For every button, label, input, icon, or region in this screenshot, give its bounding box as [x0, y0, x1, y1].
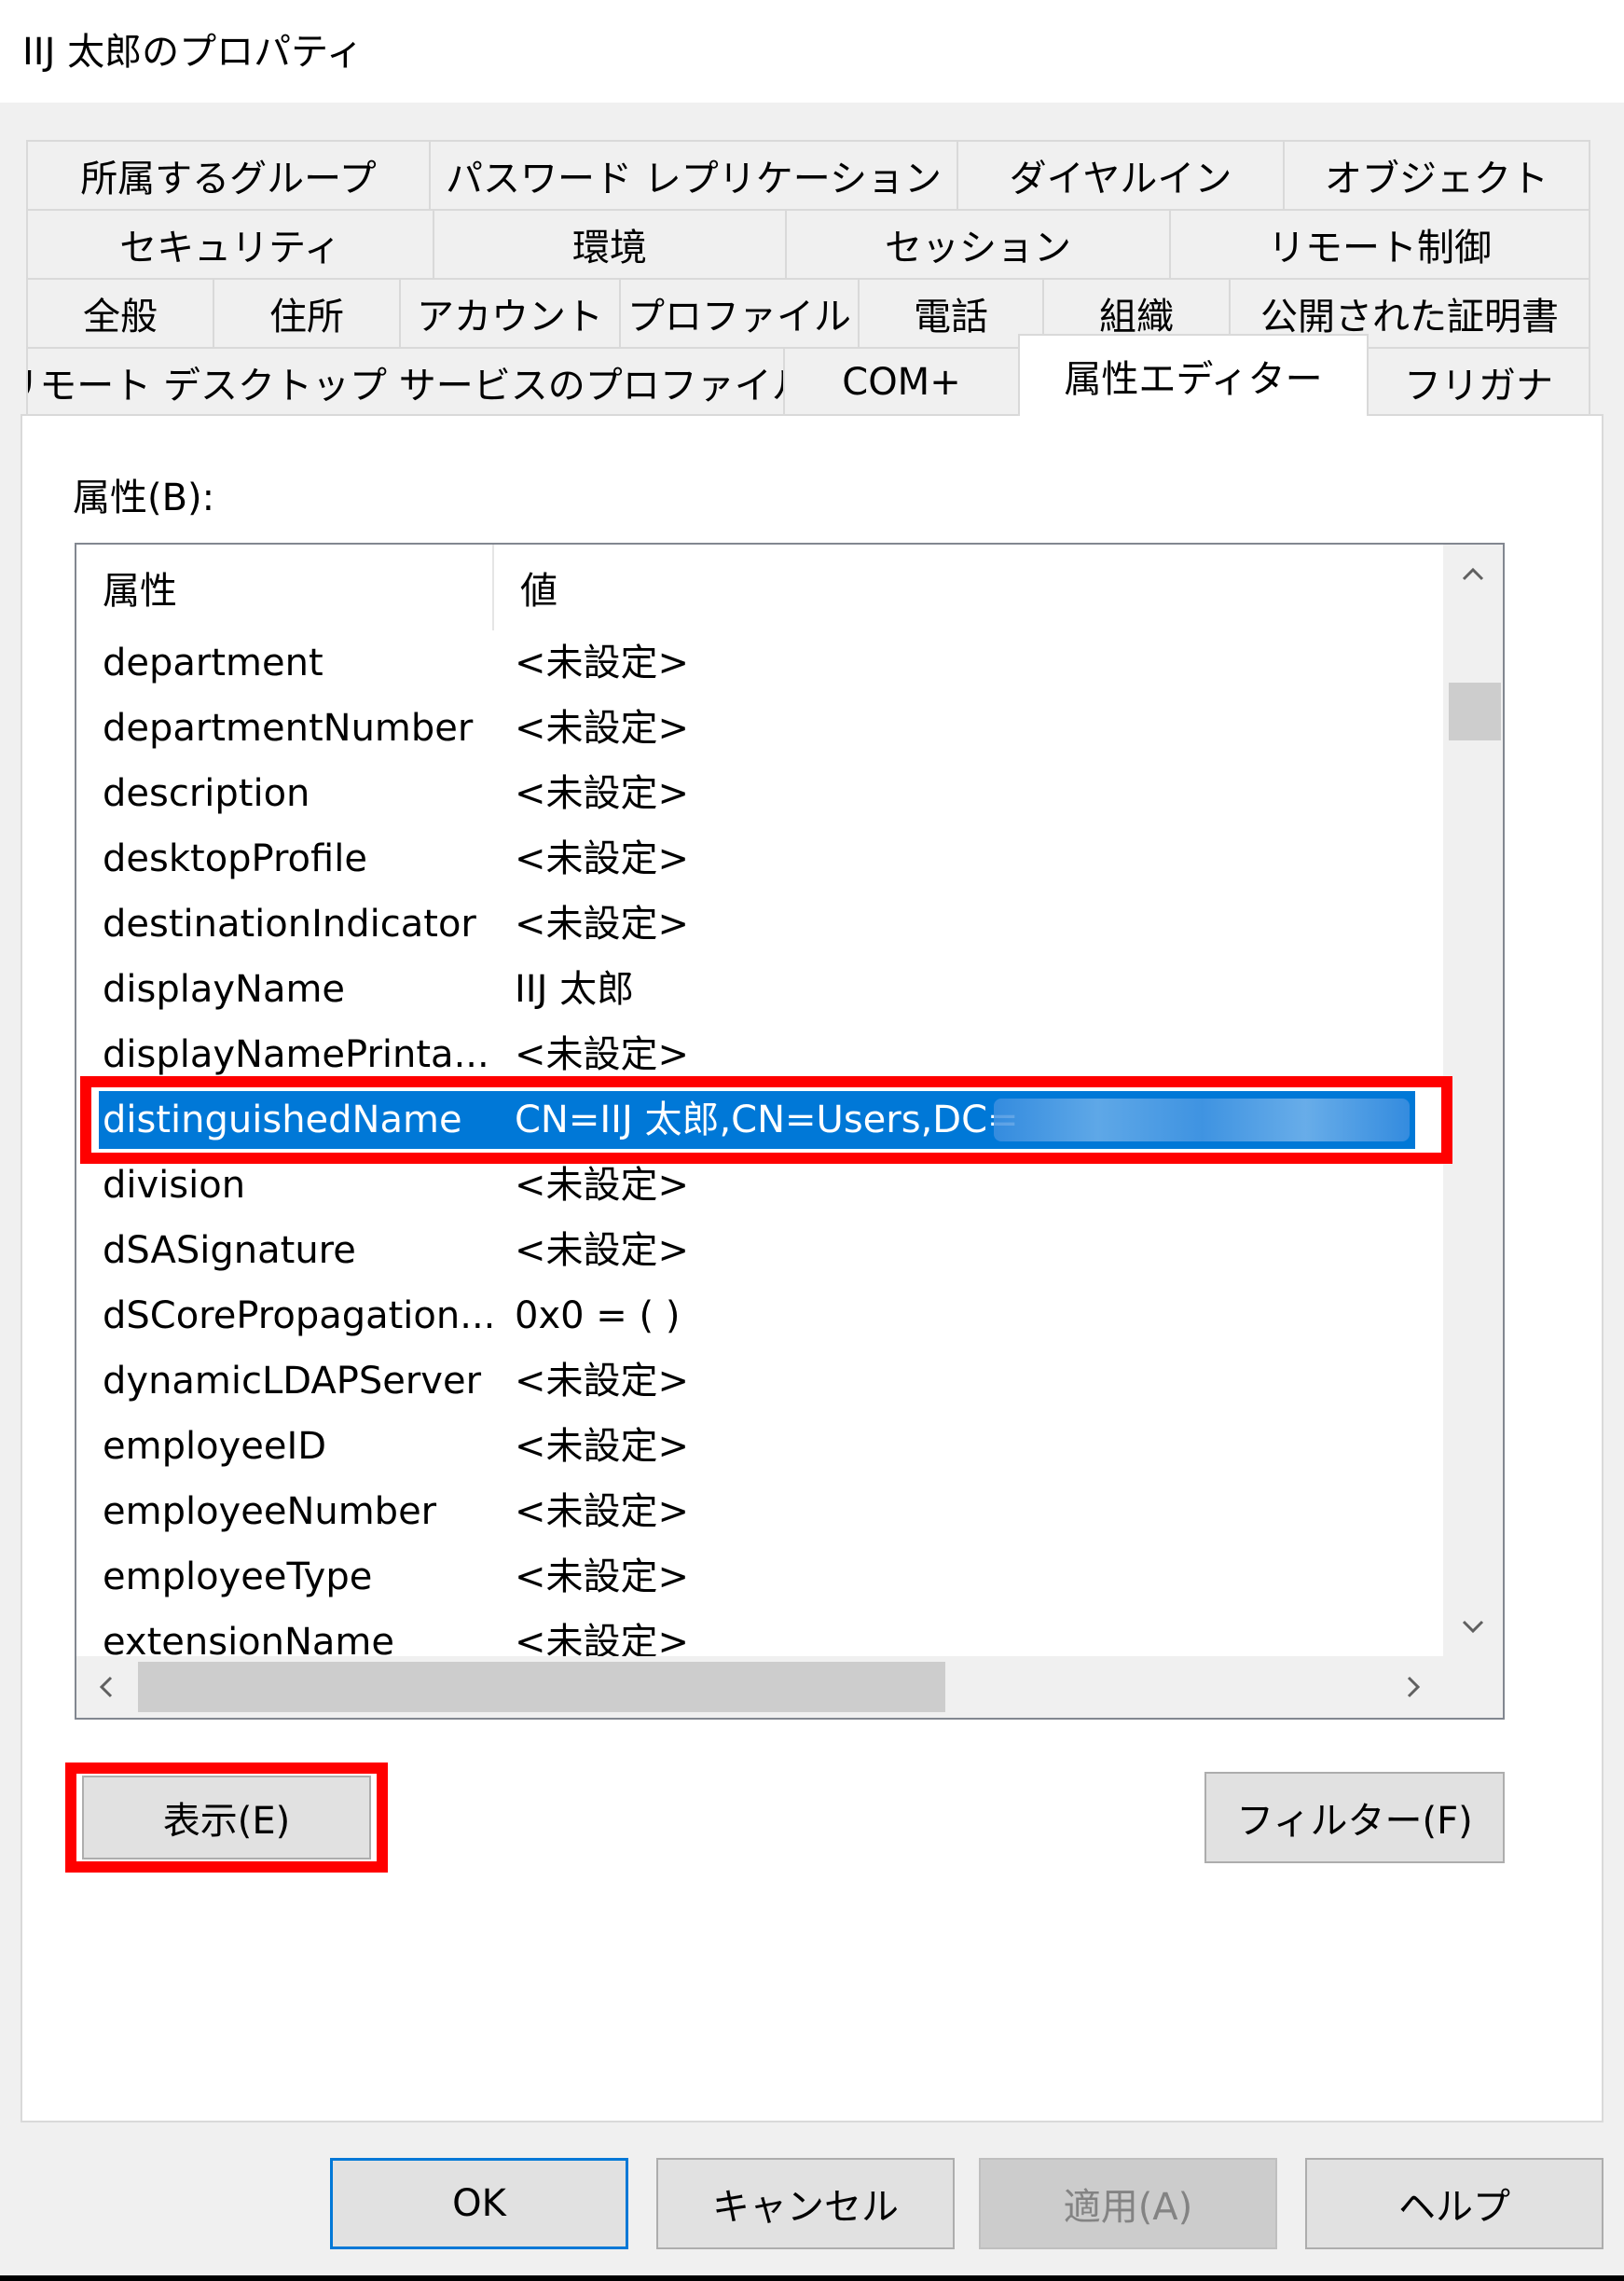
- tab-object[interactable]: オブジェクト: [1283, 140, 1590, 209]
- attribute-name: description: [103, 772, 310, 815]
- attributes-list[interactable]: 属性 値 department <未設定> departmentNumber <…: [75, 543, 1505, 1720]
- attribute-name: desktopProfile: [103, 837, 367, 880]
- attribute-name: departmentNumber: [103, 707, 474, 750]
- attribute-value: <未設定>: [515, 837, 690, 880]
- view-button[interactable]: 表示(E): [82, 1776, 371, 1859]
- tab-furigana[interactable]: フリガナ: [1367, 347, 1590, 416]
- tab-general[interactable]: 全般: [26, 278, 214, 347]
- tab-remote-control[interactable]: リモート制御: [1169, 209, 1590, 278]
- list-row[interactable]: employeeNumber <未設定>: [76, 1479, 1443, 1544]
- list-row[interactable]: dynamicLDAPServer <未設定>: [76, 1348, 1443, 1414]
- attribute-name: distinguishedName: [103, 1099, 462, 1141]
- list-header: 属性 値: [76, 545, 1443, 630]
- redacted-value: [994, 1099, 1410, 1141]
- help-button[interactable]: ヘルプ: [1305, 2158, 1603, 2249]
- list-row[interactable]: departmentNumber <未設定>: [76, 696, 1443, 761]
- attribute-value: <未設定>: [515, 642, 690, 684]
- tab-account[interactable]: アカウント: [399, 278, 621, 347]
- tab-profile[interactable]: プロファイル: [619, 278, 860, 347]
- attribute-name: dSASignature: [103, 1229, 356, 1272]
- tab-sessions[interactable]: セッション: [785, 209, 1171, 278]
- list-row[interactable]: dSASignature <未設定>: [76, 1218, 1443, 1283]
- attribute-value: IIJ 太郎: [515, 968, 635, 1011]
- attribute-value: <未設定>: [515, 1490, 690, 1533]
- attribute-name: dSCorePropagation...: [103, 1294, 496, 1337]
- attribute-value: <未設定>: [515, 772, 690, 815]
- tab-environment[interactable]: 環境: [433, 209, 787, 278]
- scroll-up-icon[interactable]: [1443, 545, 1503, 604]
- attribute-value: <未設定>: [515, 1360, 690, 1403]
- tab-security[interactable]: セキュリティ: [26, 209, 434, 278]
- tab-address[interactable]: 住所: [213, 278, 401, 347]
- attribute-name: displayNamePrinta...: [103, 1033, 489, 1076]
- attribute-value: <未設定>: [515, 1164, 690, 1207]
- scroll-right-icon[interactable]: [1383, 1656, 1443, 1718]
- attribute-name: extensionName: [103, 1621, 395, 1656]
- list-row[interactable]: employeeID <未設定>: [76, 1414, 1443, 1479]
- tab-com-plus[interactable]: COM+: [783, 347, 1020, 416]
- cancel-button[interactable]: キャンセル: [656, 2158, 955, 2249]
- list-row-selected[interactable]: distinguishedName CN=IIJ 太郎,CN=Users,DC=: [76, 1087, 1443, 1153]
- list-row[interactable]: dSCorePropagation... 0x0 = ( ): [76, 1283, 1443, 1348]
- vertical-scroll-thumb[interactable]: [1449, 683, 1501, 740]
- attribute-value: <未設定>: [515, 1621, 690, 1656]
- list-row[interactable]: extensionName <未設定>: [76, 1610, 1443, 1656]
- scroll-down-icon[interactable]: [1443, 1597, 1503, 1656]
- tab-telephones[interactable]: 電話: [858, 278, 1044, 347]
- window-title: IIJ 太郎のプロパティ: [22, 31, 364, 74]
- properties-dialog: IIJ 太郎のプロパティ 所属するグループ パスワード レプリケーション ダイヤ…: [0, 0, 1624, 2281]
- list-row[interactable]: destinationIndicator <未設定>: [76, 892, 1443, 957]
- horizontal-scrollbar[interactable]: [76, 1656, 1443, 1718]
- attribute-name: employeeType: [103, 1555, 373, 1598]
- attribute-value: 0x0 = ( ): [515, 1294, 681, 1337]
- ok-button[interactable]: OK: [330, 2158, 628, 2249]
- attribute-value: <未設定>: [515, 1033, 690, 1076]
- attribute-value: <未設定>: [515, 1229, 690, 1272]
- attribute-name: dynamicLDAPServer: [103, 1360, 482, 1403]
- filter-button[interactable]: フィルター(F): [1204, 1772, 1505, 1863]
- column-header-attribute[interactable]: 属性: [76, 545, 492, 630]
- attribute-name: department: [103, 642, 323, 684]
- attributes-label: 属性(B):: [73, 477, 215, 519]
- tab-attribute-editor[interactable]: 属性エディター: [1018, 334, 1369, 416]
- tab-rds-profile[interactable]: リモート デスクトップ サービスのプロファイル: [26, 347, 785, 416]
- list-row[interactable]: employeeType <未設定>: [76, 1544, 1443, 1610]
- attribute-name: displayName: [103, 968, 346, 1011]
- attribute-value: <未設定>: [515, 903, 690, 946]
- list-row[interactable]: displayNamePrinta... <未設定>: [76, 1022, 1443, 1087]
- tab-password-replication[interactable]: パスワード レプリケーション: [429, 140, 958, 209]
- tab-dial-in[interactable]: ダイヤルイン: [957, 140, 1285, 209]
- vertical-scrollbar[interactable]: [1443, 545, 1503, 1656]
- attribute-name: destinationIndicator: [103, 903, 476, 946]
- title-bar: IIJ 太郎のプロパティ: [0, 0, 1624, 103]
- attribute-value: <未設定>: [515, 1425, 690, 1468]
- list-row[interactable]: description <未設定>: [76, 761, 1443, 826]
- list-row[interactable]: displayName IIJ 太郎: [76, 957, 1443, 1022]
- list-row[interactable]: department <未設定>: [76, 630, 1443, 696]
- list-row[interactable]: division <未設定>: [76, 1153, 1443, 1218]
- scroll-left-icon[interactable]: [76, 1656, 136, 1718]
- scroll-corner: [1443, 1656, 1503, 1718]
- list-row[interactable]: desktopProfile <未設定>: [76, 826, 1443, 892]
- apply-button[interactable]: 適用(A): [979, 2158, 1277, 2249]
- attribute-value: CN=IIJ 太郎,CN=Users,DC=: [515, 1099, 1019, 1141]
- attribute-name: division: [103, 1164, 246, 1207]
- attribute-name: employeeID: [103, 1425, 327, 1468]
- tab-member-of[interactable]: 所属するグループ: [26, 140, 431, 209]
- attribute-value: <未設定>: [515, 1555, 690, 1598]
- column-header-value[interactable]: 値: [494, 545, 1443, 630]
- window-bottom-edge: [0, 2275, 1624, 2281]
- attribute-name: employeeNumber: [103, 1490, 437, 1533]
- horizontal-scroll-thumb[interactable]: [138, 1662, 945, 1712]
- attribute-value: <未設定>: [515, 707, 690, 750]
